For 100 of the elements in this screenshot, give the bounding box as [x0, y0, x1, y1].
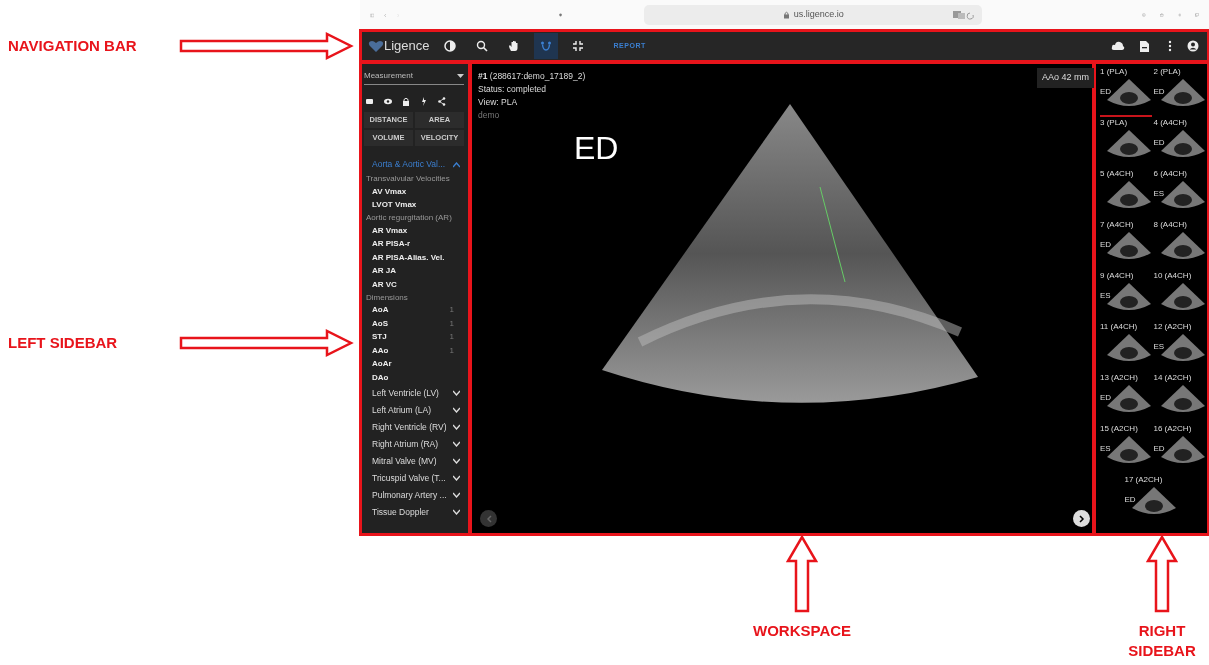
measurement-item[interactable]: AR PISA-r — [364, 237, 464, 251]
hand-icon — [507, 40, 520, 52]
measurement-item[interactable]: STJ 1 — [364, 330, 464, 344]
thumbnail[interactable]: 12 (A2CH) ES — [1153, 321, 1205, 372]
mode-select[interactable]: Measurement — [364, 70, 464, 85]
phase-label: ES — [1100, 290, 1111, 302]
section-header[interactable]: Left Ventricle (LV) — [364, 384, 464, 402]
thumbnail[interactable]: 5 (A4CH) — [1100, 168, 1152, 219]
measurement-item[interactable]: LVOT Vmax — [364, 198, 464, 212]
thumbnail[interactable]: 14 (A2CH) — [1153, 372, 1205, 423]
count-label: 1 — [449, 344, 454, 357]
thumbnail[interactable]: 4 (A4CH) ED — [1153, 117, 1205, 168]
thumbnail-label: 11 (A4CH) — [1100, 321, 1138, 333]
thumbnail[interactable]: 2 (PLA) ED — [1153, 66, 1205, 117]
cloud-icon[interactable] — [1111, 40, 1125, 52]
section-header[interactable]: Mitral Valve (MV) — [364, 452, 464, 470]
section-header[interactable]: Pulmonary Artery ... — [364, 486, 464, 504]
item-label: STJ — [372, 331, 387, 344]
thumbnail[interactable]: 17 (A2CH) ED — [1124, 474, 1181, 525]
item-label: AoA — [372, 304, 389, 317]
measurement-item[interactable]: AR VC — [364, 278, 464, 292]
measurement-item[interactable]: AR JA — [364, 264, 464, 278]
thumbnail[interactable]: 16 (A2CH) ED — [1153, 423, 1205, 474]
measurement-item[interactable]: AV Vmax — [364, 185, 464, 199]
right-arrow-icon — [179, 31, 355, 61]
callout-label: WORKSPACE — [753, 621, 852, 641]
share-icon[interactable] — [438, 97, 446, 106]
callout-label: NAVIGATION BAR — [8, 35, 138, 56]
measurement-item[interactable]: AR Vmax — [364, 224, 464, 238]
phase-label: ED — [1153, 86, 1165, 98]
tag-icon[interactable] — [366, 97, 374, 106]
address-bar[interactable]: us.ligence.io — [644, 5, 983, 25]
thumbnail-label: 6 (A4CH) — [1153, 168, 1187, 180]
phase-label: ED — [1153, 443, 1165, 455]
thumbnail-label: 16 (A2CH) — [1153, 423, 1192, 435]
phase-label: ED — [574, 132, 619, 164]
section-header[interactable]: Aorta & Aortic Val... — [364, 156, 464, 173]
caliper-icon — [539, 40, 552, 52]
logo-text: Ligence — [384, 37, 430, 56]
select-text: Measurement — [364, 70, 413, 82]
thumbnail-label: 8 (A4CH) — [1153, 219, 1187, 231]
section-header[interactable]: Right Ventricle (RV) — [364, 418, 464, 436]
zoom-icon — [475, 40, 488, 52]
measurement-item[interactable]: AR PISA-Alias. Vel. — [364, 251, 464, 265]
thumbnail[interactable]: 3 (PLA) — [1100, 117, 1152, 168]
measurement-item[interactable]: AoA 1 — [364, 303, 464, 317]
thumbnail[interactable]: 8 (A4CH) — [1153, 219, 1205, 270]
count-label: 1 — [449, 331, 454, 344]
thumbnail-label: 7 (A4CH) — [1100, 219, 1134, 231]
bolt-icon[interactable] — [420, 97, 428, 106]
measurement-item[interactable]: AAo 1 — [364, 344, 464, 358]
dropdown-caret-icon — [457, 74, 464, 78]
thumbnail-label: 12 (A2CH) — [1153, 321, 1192, 333]
measurement-badge: AAo 42 mm — [1036, 68, 1094, 88]
thumbnail[interactable]: 15 (A2CH) ES — [1100, 423, 1152, 474]
phase-label: ES — [1153, 188, 1165, 200]
user-icon[interactable] — [1187, 40, 1201, 52]
thumbnail-label: 17 (A2CH) — [1124, 474, 1163, 486]
section-header[interactable]: Tricuspid Valve (T... — [364, 469, 464, 487]
measurement-item[interactable]: AoS 1 — [364, 317, 464, 331]
measurement-item[interactable]: AoAr — [364, 357, 464, 371]
address-text: us.ligence.io — [793, 8, 844, 22]
item-label: AoS — [372, 317, 388, 330]
next-button[interactable] — [1073, 510, 1090, 527]
thumbnail[interactable]: 9 (A4CH) ES — [1100, 270, 1152, 321]
thumbnail-label: 10 (A4CH) — [1153, 270, 1192, 282]
lock-icon[interactable] — [402, 97, 410, 106]
heart-logo-icon — [368, 39, 384, 53]
section-header[interactable]: Left Atrium (LA) — [364, 401, 464, 419]
section-header[interactable]: Tissue Doppler — [364, 503, 464, 521]
count-label: 1 — [449, 317, 454, 330]
callout-label: LEFT SIDEBAR — [8, 332, 119, 353]
thumbnail[interactable]: 1 (PLA) ED — [1100, 66, 1152, 117]
thumbnail[interactable]: 11 (A4CH) — [1100, 321, 1152, 372]
right-arrow-icon — [179, 328, 355, 358]
thumbnail[interactable]: 7 (A4CH) ED — [1100, 219, 1152, 270]
status-text: Status: completed — [478, 83, 548, 96]
thumbnail[interactable]: 13 (A2CH) ED — [1100, 372, 1152, 423]
phase-label: ED — [1100, 392, 1112, 404]
eye-icon[interactable] — [384, 97, 392, 106]
group-heading: Aortic regurgitation (AR) — [365, 212, 453, 224]
tag-text: demo — [478, 109, 501, 122]
thumbnail-label: 2 (PLA) — [1153, 66, 1181, 78]
thumbnail[interactable]: 10 (A4CH) — [1153, 270, 1205, 321]
up-arrow-icon — [1145, 535, 1179, 613]
measurement-item[interactable]: DAo — [364, 371, 464, 385]
phase-label: ED — [1100, 86, 1112, 98]
thumbnail-label: 14 (A2CH) — [1153, 372, 1192, 384]
more-icon[interactable] — [1167, 40, 1173, 52]
thumbnail-label: 9 (A4CH) — [1100, 270, 1134, 282]
thumbnail-label: 13 (A2CH) — [1100, 372, 1138, 384]
thumbnail-label: 4 (A4CH) — [1153, 117, 1187, 129]
phase-label: ES — [1153, 341, 1165, 353]
phase-label: ED — [1100, 239, 1112, 251]
count-label: 1 — [449, 304, 454, 317]
thumbnail[interactable]: 6 (A4CH) ES — [1153, 168, 1205, 219]
section-header[interactable]: Right Atrium (RA) — [364, 435, 464, 453]
study-title: #1 (288617:demo_17189_2) — [478, 70, 586, 83]
group-heading: Dimensions — [365, 291, 409, 304]
item-label: AAo — [372, 344, 389, 357]
